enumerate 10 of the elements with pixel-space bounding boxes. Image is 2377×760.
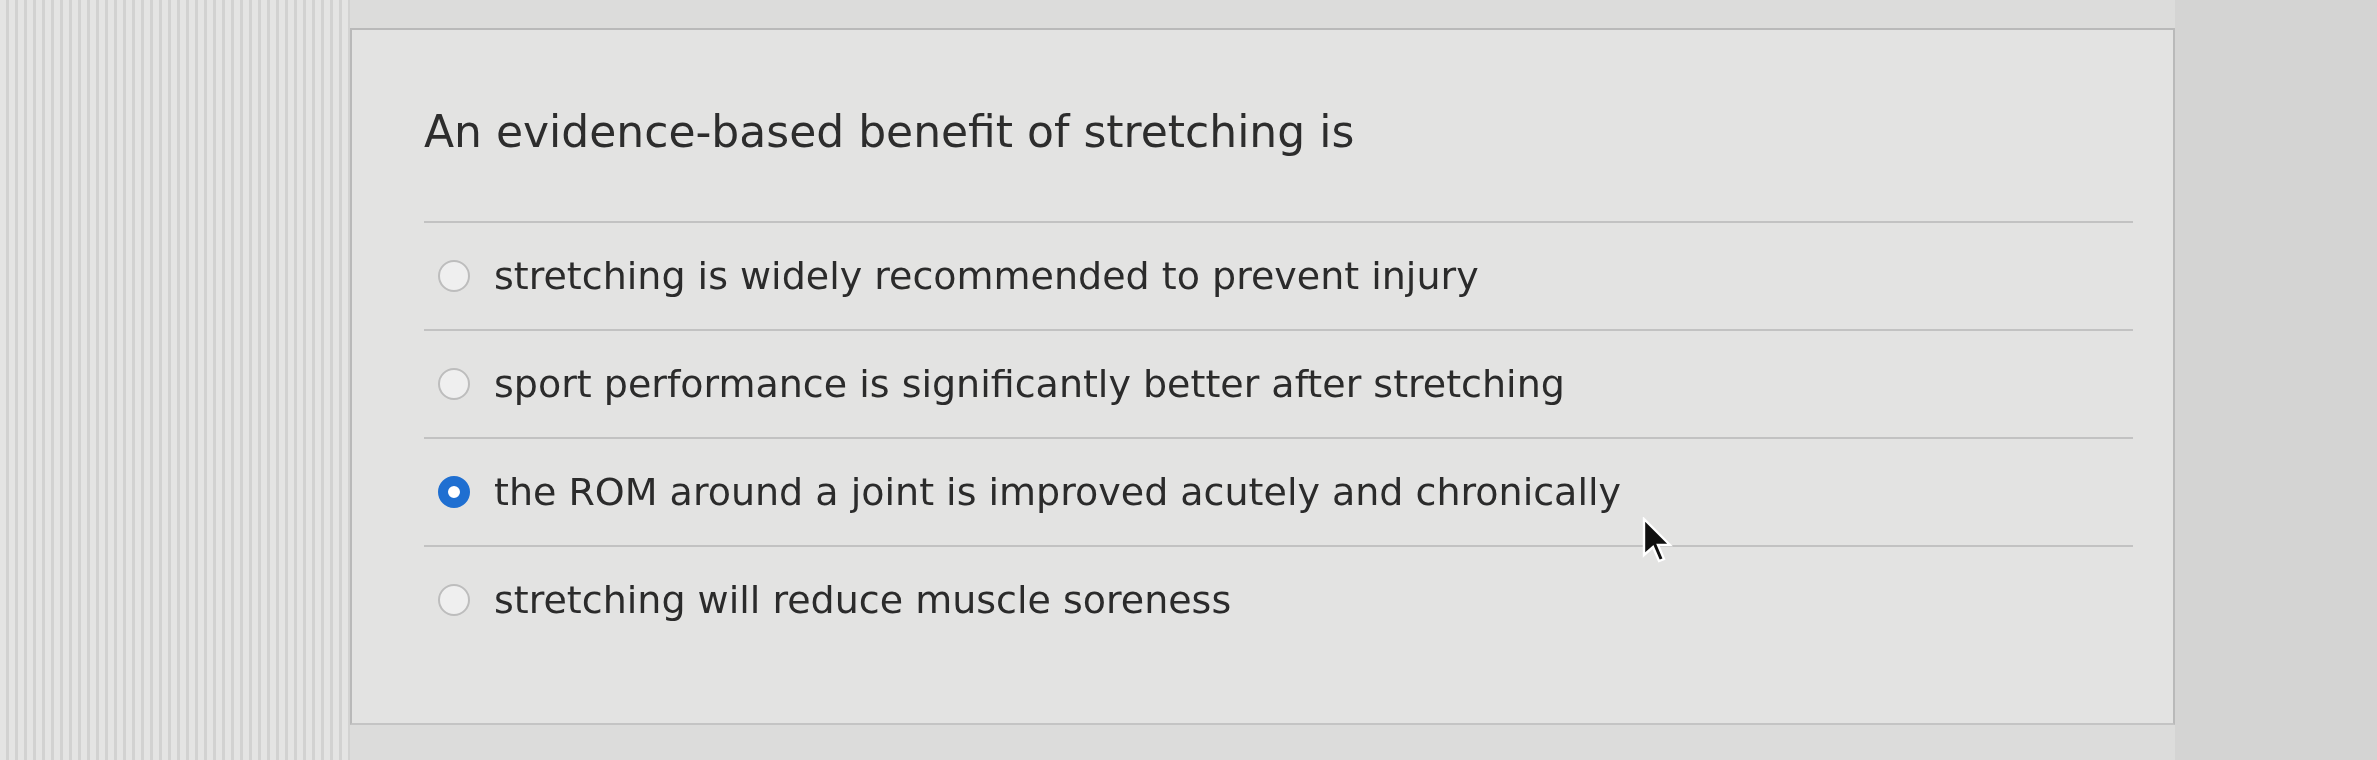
option-label[interactable]: stretching is widely recommended to prevent injury xyxy=(494,254,1479,298)
cursor-icon xyxy=(1642,517,1674,565)
question-text: An evidence-based benefit of stretching is xyxy=(424,106,1356,157)
option-label[interactable]: stretching will reduce muscle soreness xyxy=(494,578,1232,622)
option-label[interactable]: the ROM around a joint is improved acutely and chronically xyxy=(494,470,1621,514)
radio-button[interactable] xyxy=(438,260,470,292)
radio-button[interactable] xyxy=(438,368,470,400)
radio-button[interactable] xyxy=(438,584,470,616)
radio-button[interactable] xyxy=(438,476,470,508)
option-label[interactable]: sport performance is significantly better after stretching xyxy=(494,362,1565,406)
